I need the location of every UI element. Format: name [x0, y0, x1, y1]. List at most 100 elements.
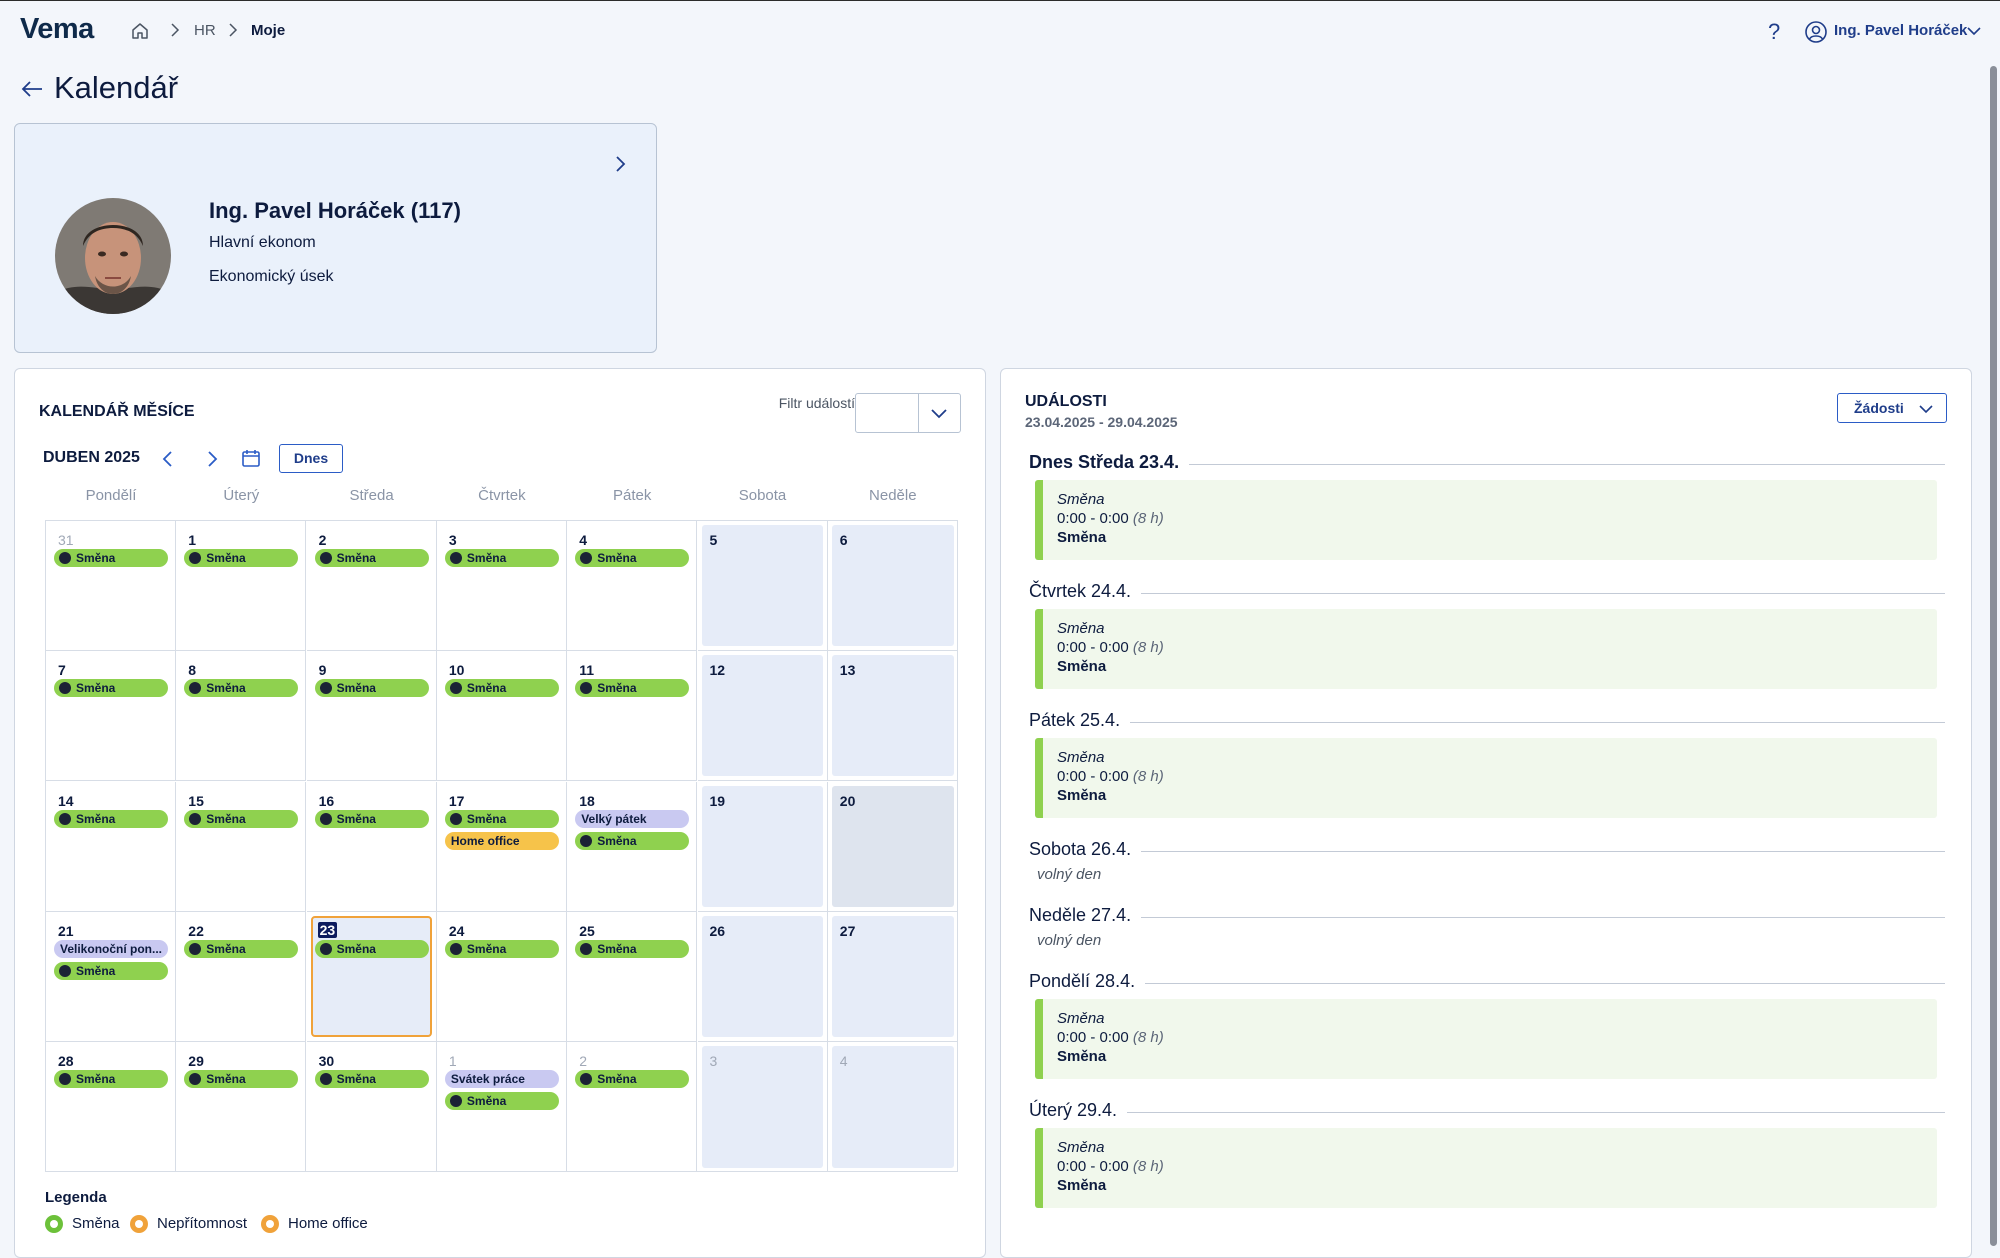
calendar-event-chip[interactable]: Směna: [314, 939, 429, 958]
chevron-right-icon[interactable]: [613, 154, 627, 174]
calendar-event-chip[interactable]: Směna: [575, 939, 690, 958]
vema-logo[interactable]: Vema: [20, 13, 94, 46]
calendar-day-cell[interactable]: 7 Směna: [46, 651, 176, 782]
event-chip-label: Směna: [206, 681, 246, 696]
calendar-day-cell[interactable]: 16 Směna: [306, 781, 437, 912]
calendar-event-chip[interactable]: Směna: [444, 679, 559, 698]
event-card[interactable]: Směna 0:00 - 0:00 (8 h) Směna: [1035, 1128, 1937, 1208]
help-icon[interactable]: ?: [1768, 19, 1780, 45]
calendar-day-cell[interactable]: 4: [828, 1042, 958, 1172]
event-card[interactable]: Směna 0:00 - 0:00 (8 h) Směna: [1035, 480, 1937, 560]
calendar-day-cell[interactable]: 13: [827, 651, 958, 782]
calendar-day-cell[interactable]: 26: [697, 911, 828, 1042]
calendar-day-cell[interactable]: 2 Směna: [567, 1042, 698, 1173]
previous-month-icon[interactable]: [161, 449, 175, 469]
event-color-bar: [1035, 609, 1043, 689]
calendar-event-chip[interactable]: Směna: [54, 809, 168, 828]
event-filter-select[interactable]: [855, 393, 961, 433]
calendar-day-cell[interactable]: 3: [698, 1042, 828, 1173]
calendar-day-cell[interactable]: 9 Směna: [306, 651, 437, 782]
calendar-event-chip[interactable]: Směna: [184, 549, 299, 567]
calendar-event-chip[interactable]: Směna: [184, 939, 299, 958]
calendar-event-chip[interactable]: Směna: [54, 1070, 168, 1089]
next-month-icon[interactable]: [205, 449, 219, 469]
calendar-event-chip[interactable]: Směna: [184, 679, 299, 698]
day-number: 23: [317, 921, 338, 938]
calendar-day-cell[interactable]: 25 Směna: [567, 911, 698, 1042]
calendar-day-cell[interactable]: 19: [697, 781, 828, 912]
event-chip-label: Směna: [597, 941, 637, 956]
calendar-event-chip[interactable]: Směna: [314, 1070, 429, 1089]
calendar-day-cell[interactable]: 14 Směna: [46, 781, 176, 912]
calendar-day-cell[interactable]: 27: [827, 912, 958, 1042]
day-cell-background: [831, 525, 954, 646]
calendar-day-cell[interactable]: 28 Směna: [46, 1042, 176, 1173]
today-button[interactable]: Dnes: [279, 444, 343, 473]
profile-card[interactable]: Ing. Pavel Horáček (117) Hlavní ekonom E…: [14, 123, 657, 353]
calendar-day-cell[interactable]: 22 Směna: [176, 911, 307, 1042]
user-icon[interactable]: [1804, 20, 1828, 44]
calendar-day-cell[interactable]: 1 Svátek práce Směna: [437, 1042, 567, 1173]
event-name: Směna: [1057, 529, 1107, 546]
calendar-day-cell[interactable]: 12: [697, 651, 828, 782]
calendar-day-cell[interactable]: 18 Velký pátek Směna: [567, 781, 698, 912]
calendar-day-cell[interactable]: 6: [827, 521, 958, 651]
calendar-event-chip[interactable]: Směna: [575, 549, 690, 567]
scrollbar-thumb[interactable]: [1990, 66, 1997, 1246]
calendar-event-chip[interactable]: Směna: [575, 679, 690, 698]
home-icon[interactable]: [130, 21, 150, 41]
calendar-day-cell[interactable]: 20: [827, 782, 958, 912]
calendar-day-cell[interactable]: 5: [697, 521, 828, 651]
calendar-day-cell[interactable]: 2 Směna: [306, 521, 437, 651]
weekday-header: Úterý: [223, 487, 260, 504]
calendar-day-cell[interactable]: 8 Směna: [176, 651, 307, 782]
event-card[interactable]: Směna 0:00 - 0:00 (8 h) Směna: [1035, 609, 1937, 689]
calendar-event-chip[interactable]: Směna: [184, 809, 299, 828]
legend-color-icon: [261, 1215, 279, 1233]
calendar-event-chip[interactable]: Směna: [444, 1092, 559, 1111]
calendar-day-cell[interactable]: 23 Směna: [306, 911, 437, 1042]
requests-dropdown-button[interactable]: Žádosti: [1837, 393, 1947, 423]
event-chip-label: Směna: [206, 811, 246, 826]
calendar-event-chip[interactable]: Home office: [444, 831, 559, 850]
calendar-event-chip[interactable]: Směna: [575, 1070, 690, 1089]
calendar-day-cell[interactable]: 17 Směna Home office: [436, 781, 567, 912]
calendar-day-cell[interactable]: 3 Směna: [436, 521, 567, 651]
calendar-event-chip[interactable]: Velký pátek: [575, 809, 690, 828]
calendar-day-cell[interactable]: 24 Směna: [436, 911, 567, 1042]
calendar-event-chip[interactable]: Směna: [575, 831, 690, 850]
chevron-down-icon[interactable]: [1966, 25, 1982, 37]
calendar-event-chip[interactable]: Směna: [54, 961, 168, 980]
calendar-event-chip[interactable]: Velikonoční pon...: [54, 939, 168, 958]
calendar-day-cell[interactable]: 4 Směna: [567, 521, 698, 651]
event-card[interactable]: Směna 0:00 - 0:00 (8 h) Směna: [1035, 999, 1937, 1079]
calendar-event-chip[interactable]: Směna: [314, 809, 429, 828]
calendar-day-cell[interactable]: 31 Směna: [46, 521, 176, 651]
calendar-day-cell[interactable]: 30 Směna: [307, 1042, 437, 1173]
calendar-event-chip[interactable]: Směna: [184, 1070, 299, 1089]
calendar-day-cell[interactable]: 21 Velikonoční pon... Směna: [46, 911, 176, 1042]
user-menu-name[interactable]: Ing. Pavel Horáček: [1834, 22, 1967, 39]
day-number: 6: [839, 532, 848, 548]
event-chip-label: Směna: [206, 941, 246, 956]
calendar-event-chip[interactable]: Směna: [54, 679, 168, 698]
calendar-event-chip[interactable]: Směna: [314, 679, 429, 698]
calendar-picker-icon[interactable]: [241, 448, 261, 468]
calendar-day-cell[interactable]: 10 Směna: [436, 651, 567, 782]
event-chip-label: Směna: [466, 811, 507, 826]
event-day-heading: Sobota 26.4.: [1029, 839, 1132, 859]
calendar-day-cell[interactable]: 29 Směna: [176, 1042, 307, 1173]
calendar-day-cell[interactable]: 15 Směna: [176, 781, 307, 912]
event-card[interactable]: Směna 0:00 - 0:00 (8 h) Směna: [1035, 738, 1937, 818]
breadcrumb-hr[interactable]: HR: [194, 22, 216, 39]
event-chip-label: Směna: [597, 1072, 637, 1087]
calendar-event-chip[interactable]: Směna: [444, 939, 559, 958]
calendar-event-chip[interactable]: Směna: [314, 549, 429, 567]
calendar-event-chip[interactable]: Směna: [444, 549, 559, 567]
calendar-event-chip[interactable]: Směna: [444, 809, 559, 828]
calendar-day-cell[interactable]: 1 Směna: [176, 521, 307, 651]
calendar-event-chip[interactable]: Směna: [54, 549, 168, 567]
calendar-event-chip[interactable]: Svátek práce: [444, 1070, 559, 1089]
back-arrow-icon[interactable]: [20, 78, 44, 100]
calendar-day-cell[interactable]: 11 Směna: [567, 651, 698, 782]
